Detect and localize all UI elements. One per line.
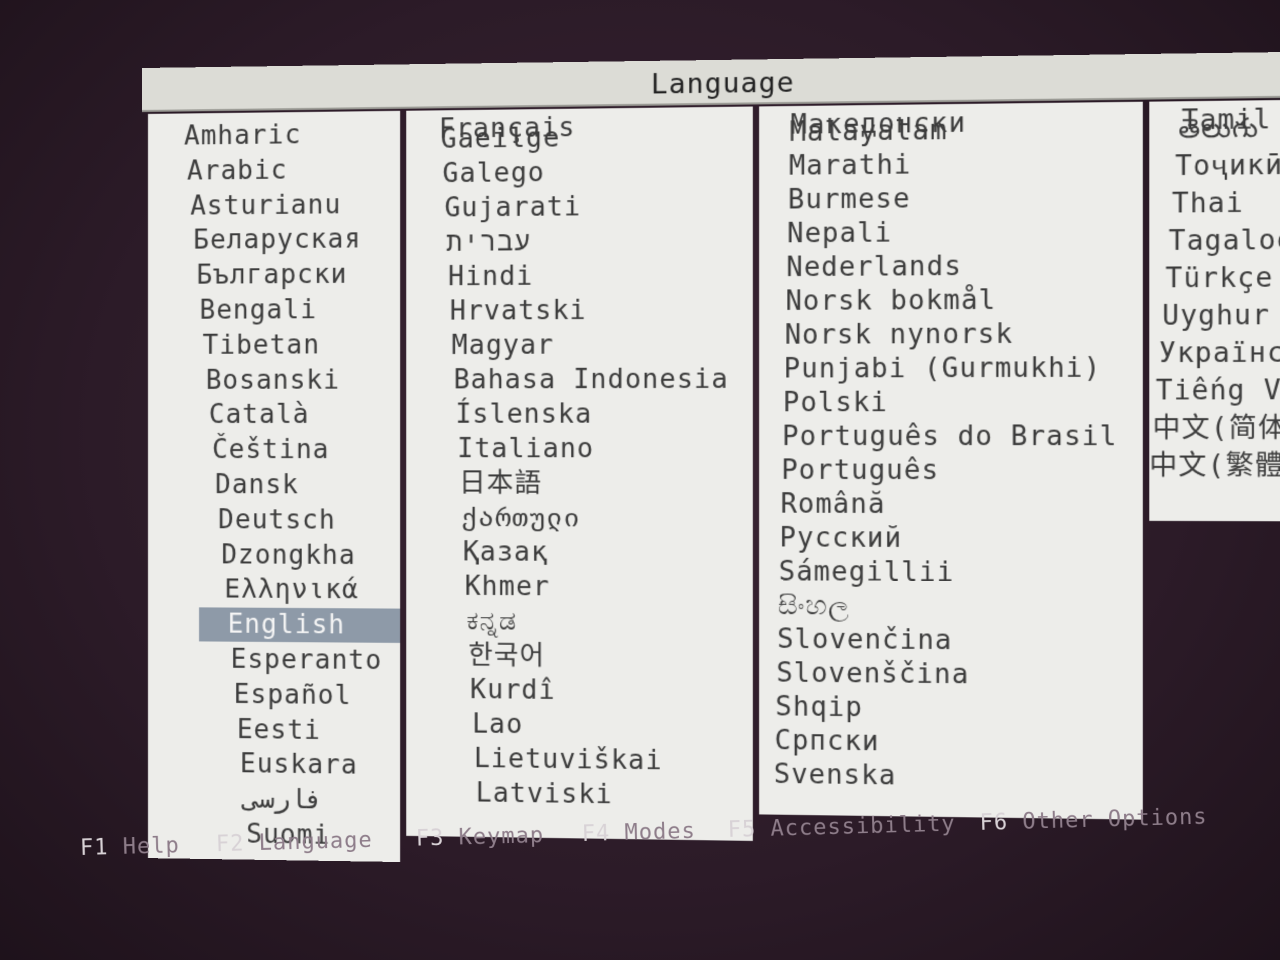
language-option[interactable]: Uyghur xyxy=(1149,298,1270,334)
language-option[interactable]: Türkçe xyxy=(1149,261,1273,297)
language-option[interactable]: Тоҷикӣ xyxy=(1149,148,1280,185)
fkey-other-options[interactable]: F6 Other Options xyxy=(979,805,1208,836)
language-option[interactable]: Bosanski xyxy=(148,363,340,398)
fkey-language[interactable]: F2 Language xyxy=(216,828,373,857)
language-column-1[interactable]: Amharic Arabic Asturianu Беларуская Българск… xyxy=(148,111,400,862)
language-option[interactable]: Khmer xyxy=(406,569,550,604)
language-option[interactable]: Српски xyxy=(759,723,879,759)
language-option[interactable]: Қазақ xyxy=(406,535,548,570)
language-option[interactable]: Tagalog xyxy=(1149,223,1280,259)
language-column-3[interactable]: Македонски Malayalam Marathi Burmese Nepali N… xyxy=(759,102,1143,820)
language-option[interactable]: Svenska xyxy=(759,757,896,794)
fkey-modes[interactable]: F4 Modes xyxy=(581,819,696,847)
language-option[interactable]: Português xyxy=(759,453,939,488)
language-option[interactable]: Tiếng Việt xyxy=(1149,373,1280,409)
fkey-label: Accessibility xyxy=(756,812,956,843)
language-option[interactable]: Italiano xyxy=(406,432,594,467)
language-option[interactable]: Hindi xyxy=(406,259,533,294)
language-option[interactable]: Kurdî xyxy=(406,672,555,708)
language-column-2[interactable]: Français Gaeilge Galego Gujarati עברית Hindi H… xyxy=(406,107,753,841)
language-option[interactable]: Amharic xyxy=(148,118,301,154)
language-option[interactable]: Arabic xyxy=(148,153,288,189)
language-option[interactable]: Lietuviškai xyxy=(406,741,662,779)
fkey-key: F5 xyxy=(727,817,756,843)
language-option[interactable]: Polski xyxy=(759,385,888,420)
language-option[interactable]: Tibetan xyxy=(148,328,320,363)
language-option[interactable]: 中文(简体) xyxy=(1149,411,1280,446)
language-option[interactable]: Lao xyxy=(406,707,523,743)
fkey-label: Help xyxy=(108,833,180,860)
language-option[interactable]: Shqip xyxy=(759,690,863,726)
boot-screen: Language Amharic Arabic Asturianu Беларуска… xyxy=(0,0,1280,960)
language-option[interactable]: Català xyxy=(148,398,310,432)
language-option[interactable]: ქართული xyxy=(406,501,580,536)
language-option[interactable]: Български xyxy=(148,258,348,293)
language-option[interactable]: Íslenska xyxy=(406,397,592,432)
language-option[interactable]: Hrvatski xyxy=(406,294,586,329)
language-option[interactable]: Dansk xyxy=(148,468,299,502)
language-option[interactable]: Asturianu xyxy=(148,188,341,224)
language-option[interactable]: 日本語 xyxy=(406,466,542,501)
language-dialog: Language Amharic Arabic Asturianu Беларуска… xyxy=(142,51,1280,876)
language-option[interactable]: Sámegillii xyxy=(759,555,954,591)
language-option[interactable]: ಕನ್ನಡ xyxy=(406,604,517,639)
fkey-key: F2 xyxy=(216,831,245,857)
language-option[interactable]: 한국어 xyxy=(406,638,545,674)
language-option[interactable]: 中文(繁體) xyxy=(1149,448,1280,484)
fkey-label: Keymap xyxy=(444,823,544,851)
language-option[interactable]: Українська xyxy=(1149,335,1280,371)
fkey-label: Modes xyxy=(610,819,696,846)
language-option[interactable]: Gaeilge xyxy=(406,121,560,157)
language-option[interactable]: Esperanto xyxy=(148,642,382,678)
language-option[interactable]: Nederlands xyxy=(759,249,962,285)
language-column-4[interactable]: Tamil తెలుగు Тоҷикӣ Thai Tagalog Türkçe Uyghur… xyxy=(1149,99,1280,521)
language-option[interactable]: Eesti xyxy=(148,712,321,748)
fkey-key: F4 xyxy=(581,821,610,847)
language-option[interactable]: Slovenčina xyxy=(759,622,952,658)
language-option[interactable]: Gujarati xyxy=(406,190,581,226)
language-option[interactable]: עברית xyxy=(406,225,531,260)
language-option[interactable]: Marathi xyxy=(759,148,911,184)
language-option[interactable]: Português do Brasil xyxy=(759,419,1117,454)
language-option[interactable]: Norsk nynorsk xyxy=(759,317,1013,353)
fkey-key: F3 xyxy=(416,826,445,852)
language-option[interactable]: Burmese xyxy=(759,182,911,218)
language-option[interactable]: English xyxy=(199,608,400,644)
fkey-key: F6 xyxy=(979,810,1008,836)
language-option[interactable]: Norsk bokmål xyxy=(759,283,996,319)
language-option[interactable]: Bengali xyxy=(148,293,317,328)
language-option[interactable]: Español xyxy=(148,677,352,713)
language-option[interactable]: Čeština xyxy=(148,433,330,467)
language-option[interactable]: Galego xyxy=(406,156,545,192)
language-option[interactable]: Malayalam xyxy=(759,113,947,150)
dialog-title: Language xyxy=(142,60,1280,107)
language-option[interactable]: Беларуская xyxy=(148,223,361,259)
fkey-key: F1 xyxy=(80,835,109,861)
language-option[interactable]: Thai xyxy=(1149,186,1244,222)
fkey-accessibility[interactable]: F5 Accessibility xyxy=(727,812,956,843)
fkey-label: Language xyxy=(244,828,373,857)
fkey-help[interactable]: F1 Help xyxy=(80,833,180,861)
language-option[interactable]: Punjabi (Gurmukhi) xyxy=(759,351,1101,387)
language-option[interactable]: Bahasa Indonesia xyxy=(406,362,728,397)
language-option[interactable]: Euskara xyxy=(148,746,358,783)
language-option[interactable]: Magyar xyxy=(406,328,554,363)
language-option[interactable]: Ελληνικά xyxy=(148,572,359,607)
language-option[interactable]: Русский xyxy=(759,521,902,556)
fkey-label: Other Options xyxy=(1008,805,1208,836)
fkey-keymap[interactable]: F3 Keymap xyxy=(416,823,545,852)
language-option[interactable]: සිංහල xyxy=(759,588,850,623)
language-option[interactable]: Nepali xyxy=(759,216,892,252)
language-option[interactable]: Slovenščina xyxy=(759,656,969,693)
language-option[interactable]: Română xyxy=(759,487,885,522)
language-option[interactable]: Dzongkha xyxy=(148,538,356,573)
language-option[interactable]: తెలుగు xyxy=(1149,111,1259,148)
language-option[interactable]: Deutsch xyxy=(148,503,336,538)
